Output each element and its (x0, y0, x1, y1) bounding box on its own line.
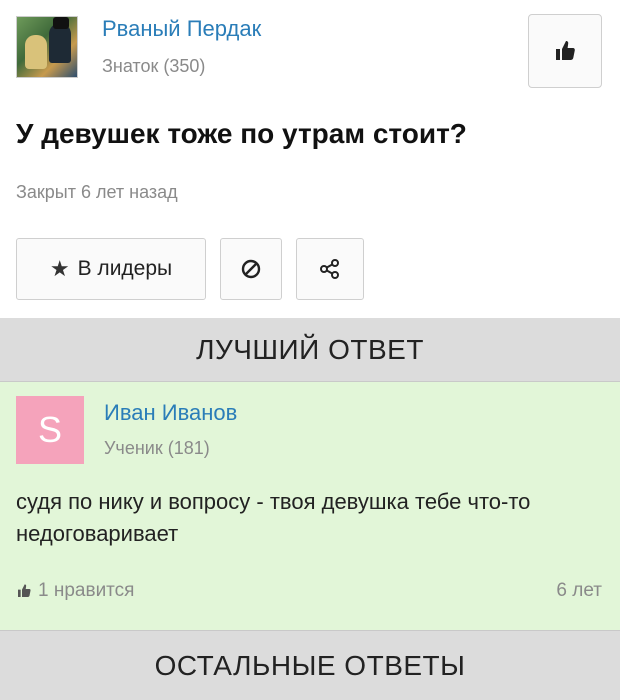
answer-text: судя по нику и вопросу - твоя девушка те… (16, 489, 531, 546)
answer-author-name[interactable]: Иван Иванов (104, 400, 237, 426)
answer-like-button[interactable]: 1 нравится (16, 580, 134, 602)
answer-author-rank: Ученик (181) (104, 438, 210, 458)
question-author-rank: Знаток (350) (102, 56, 206, 76)
avatar-figure (53, 17, 69, 29)
thumbs-up-icon (556, 41, 575, 60)
other-answers-header: ОСТАЛЬНЫЕ ОТВЕТЫ (0, 630, 620, 700)
best-answer-card: S Иван Иванов Ученик (181) судя по нику … (0, 382, 620, 630)
block-button[interactable] (220, 238, 282, 300)
block-icon (241, 259, 261, 279)
like-question-button[interactable] (528, 14, 602, 88)
answer-age: 6 лет (556, 580, 602, 601)
star-icon: ★ (49, 256, 70, 281)
share-icon (320, 259, 339, 279)
question-status: Закрыт 6 лет назад (16, 182, 178, 202)
add-to-leaders-button[interactable]: ★ В лидеры (16, 238, 206, 300)
question-block: Рваный Пердак Знаток (350) У девушек тож… (0, 0, 620, 318)
answer-avatar[interactable]: S (16, 396, 84, 464)
leaders-label: В лидеры (77, 257, 173, 280)
likes-count: 1 нравится (38, 580, 135, 601)
best-answer-header: ЛУЧШИЙ ОТВЕТ (0, 318, 620, 382)
avatar-figure (25, 35, 47, 69)
question-title: У девушек тоже по утрам стоит? (16, 118, 467, 149)
avatar-figure (49, 23, 71, 63)
question-author-name[interactable]: Рваный Пердак (102, 16, 261, 42)
avatar-letter: S (37, 409, 62, 450)
share-button[interactable] (296, 238, 364, 300)
author-avatar[interactable] (16, 16, 78, 78)
thumbs-up-icon (18, 584, 31, 597)
